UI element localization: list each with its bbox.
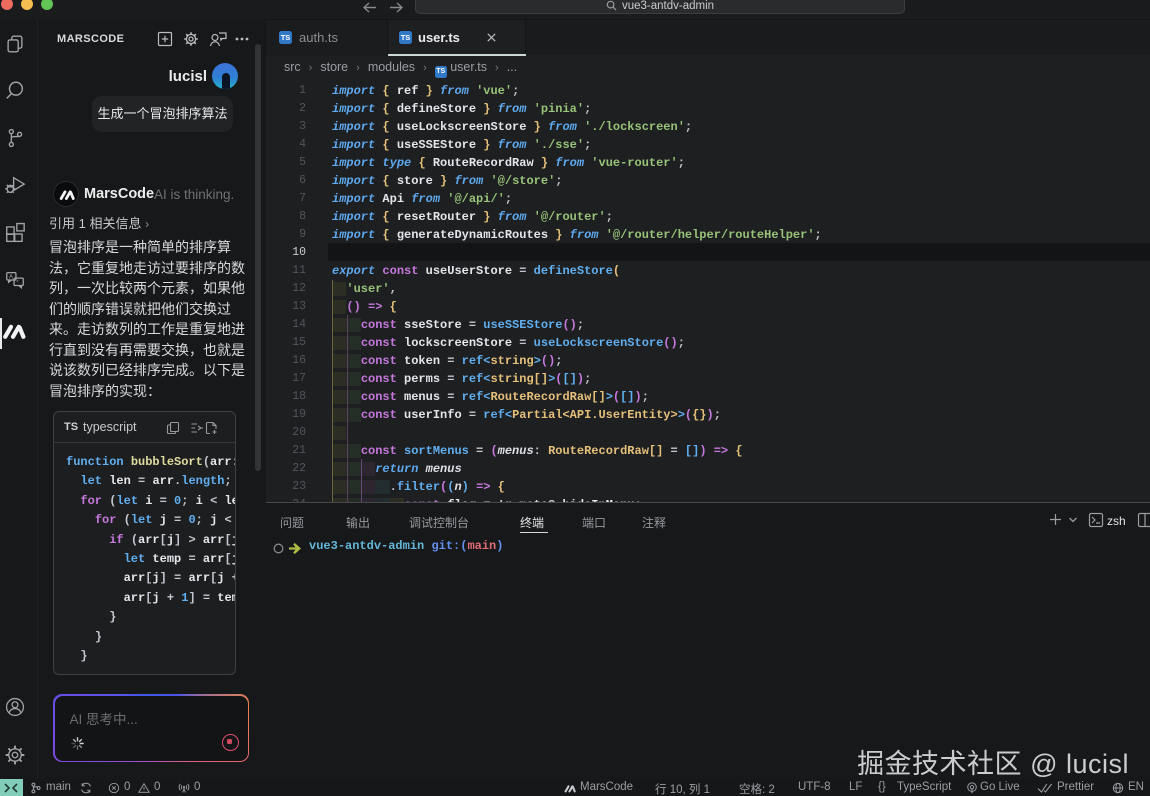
svg-text:A: A [9, 275, 13, 281]
